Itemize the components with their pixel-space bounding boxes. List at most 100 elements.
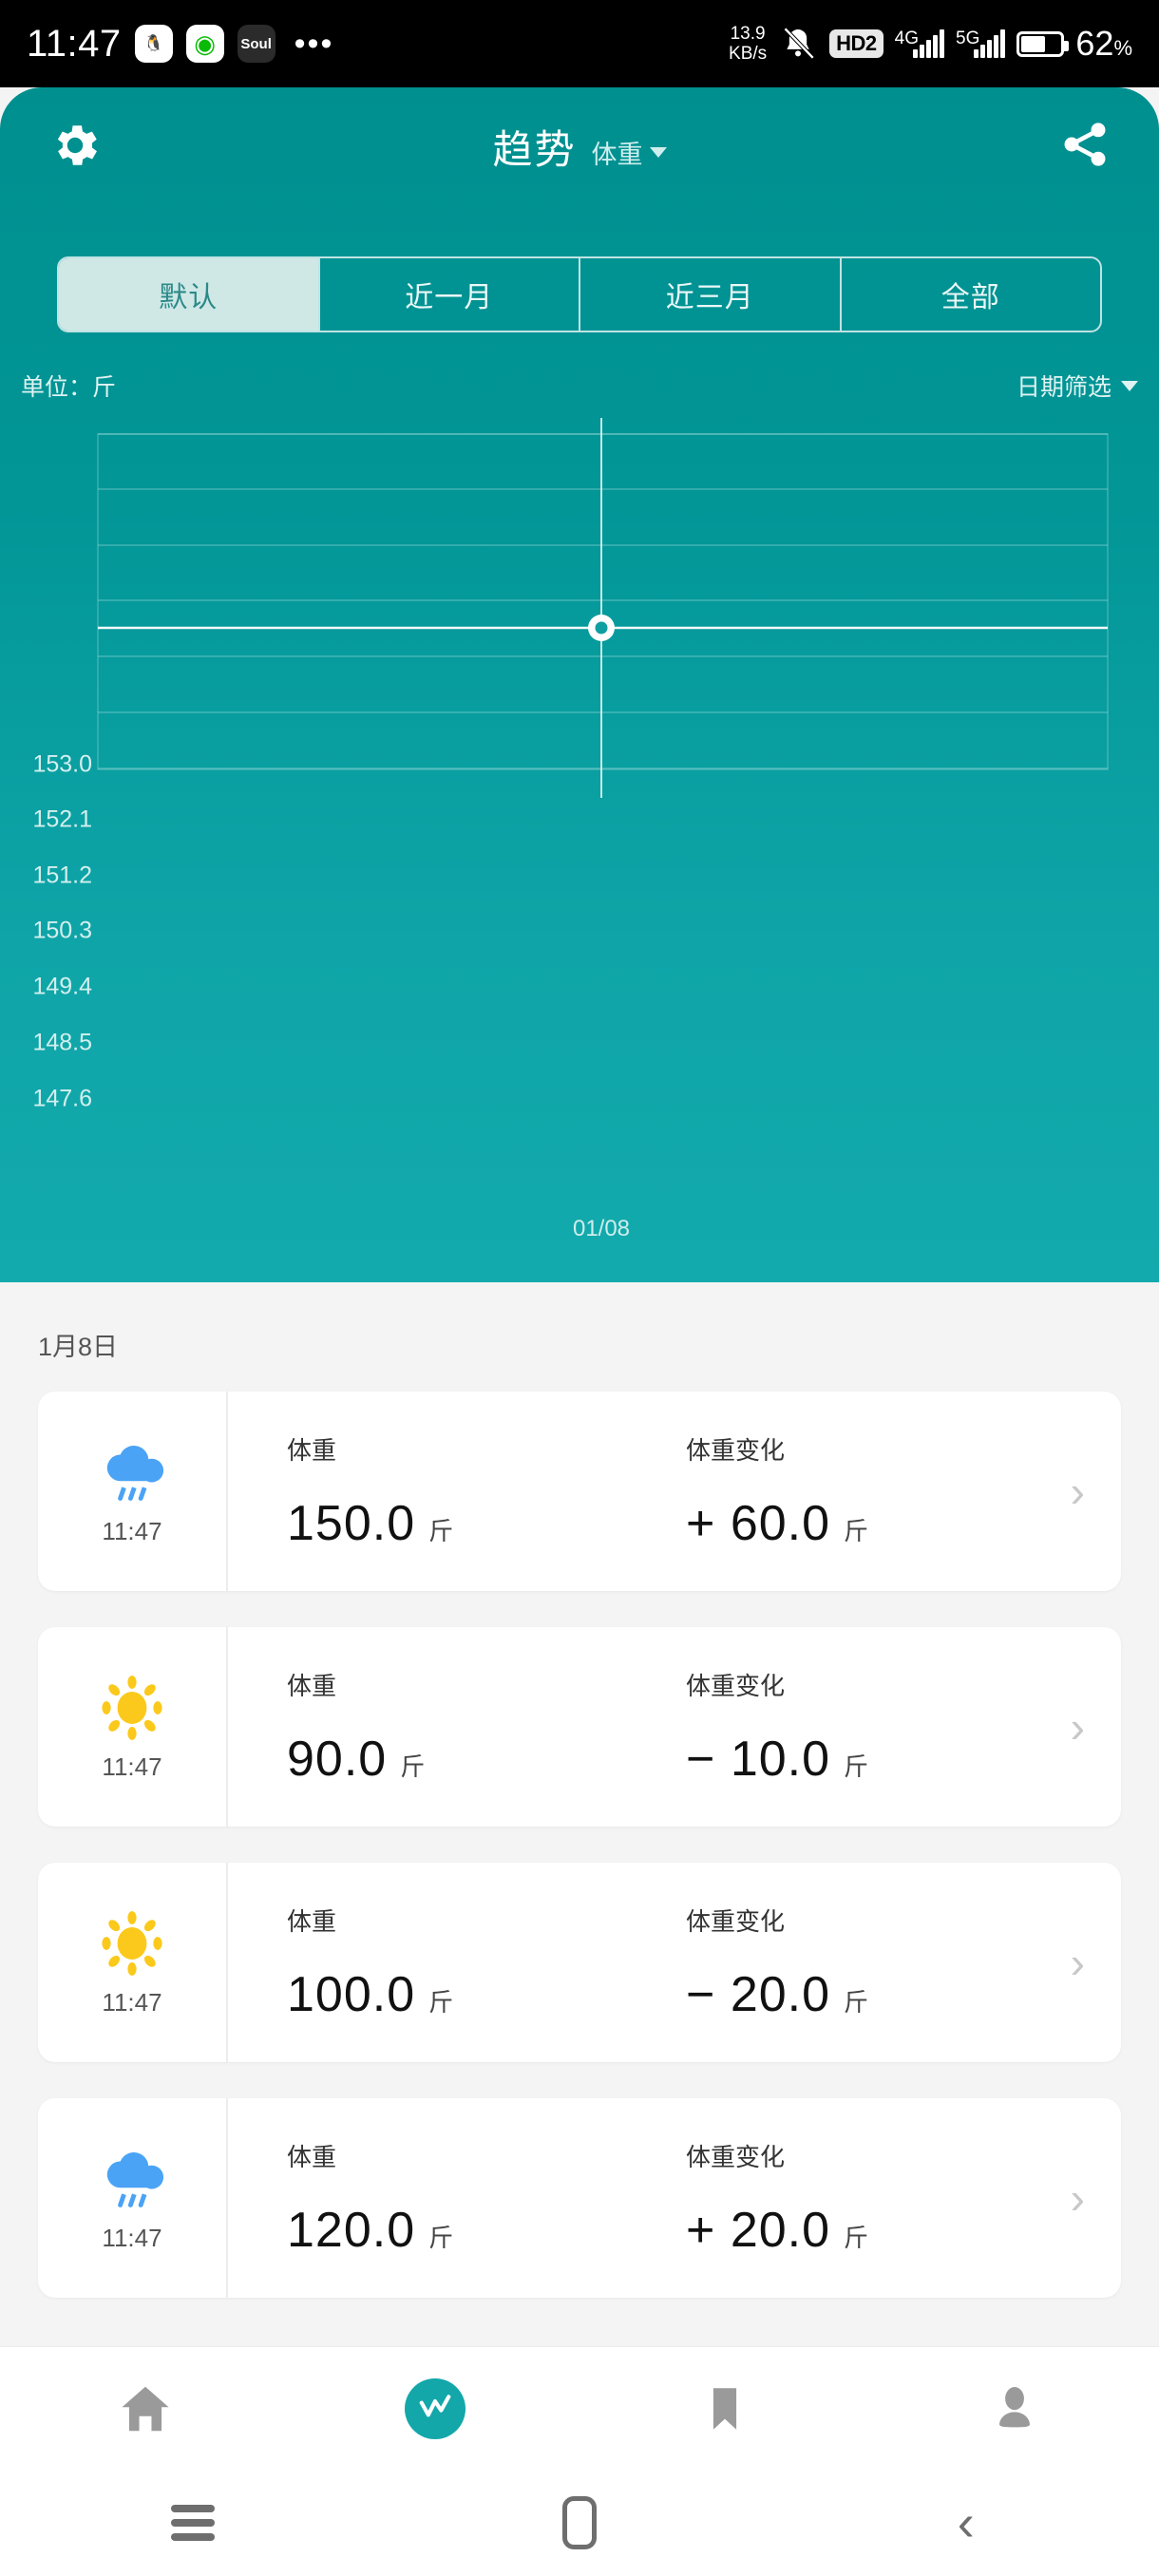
sim1-label: 4G <box>894 28 920 48</box>
weight-value-group: 150.0 斤 <box>287 1495 686 1552</box>
weight-unit: 斤 <box>428 1516 455 1545</box>
weight-change-column: 体重变化 + 20.0 斤 <box>686 2138 1085 2259</box>
network-speed: 13.9 KB/s <box>729 24 767 64</box>
list-date-heading: 1月8日 <box>38 1333 119 1361</box>
weight-column: 体重 90.0 斤 <box>287 1667 686 1788</box>
metric-selector-label: 体重 <box>591 141 643 169</box>
record-icon-column: 11:47 <box>38 1392 228 1591</box>
chevron-right-icon[interactable]: › <box>1071 1941 1085 1984</box>
weight-change-value: − 10.0 <box>686 1731 831 1787</box>
y-tick-1: 152.1 <box>32 805 92 833</box>
weight-change-column: 体重变化 + 60.0 斤 <box>686 1431 1085 1552</box>
network-speed-unit: KB/s <box>729 44 768 64</box>
recents-menu-icon <box>171 2498 216 2548</box>
wechat-icon: ◉ <box>185 25 224 63</box>
weight-unit: 斤 <box>428 1987 455 2017</box>
status-bar-left: 11:47 🐧 ◉ Soul ••• <box>27 23 333 66</box>
record-time: 11:47 <box>102 1516 162 1545</box>
range-tabs: 默认 近一月 近三月 全部 <box>57 256 1102 332</box>
android-home-button[interactable] <box>387 2496 773 2549</box>
record-icon-column: 11:47 <box>38 1627 228 1827</box>
chevron-down-icon <box>649 147 667 158</box>
record-values: 体重 100.0 斤 体重变化 − 20.0 斤 <box>228 1863 1121 2062</box>
weight-value: 120.0 <box>287 2202 416 2258</box>
tab-all[interactable]: 全部 <box>842 258 1101 331</box>
battery-percent-symbol: % <box>1113 36 1132 60</box>
rain-cloud-icon <box>106 1445 164 1501</box>
trend-line-icon <box>419 2394 450 2416</box>
tab-last-month[interactable]: 近一月 <box>320 258 580 331</box>
home-square-icon <box>562 2496 597 2549</box>
status-bar-right: 13.9 KB/s HD2 4G 5G 62% <box>729 24 1132 64</box>
date-filter-button[interactable]: 日期筛选 <box>1016 369 1138 403</box>
trend-chart[interactable]: 153.0 152.1 151.2 150.3 149.4 148.5 147.… <box>0 418 1159 1112</box>
list-item[interactable]: 11:47 体重 120.0 斤 体重变化 + 20.0 斤 › <box>38 2098 1121 2298</box>
date-filter-label: 日期筛选 <box>1016 374 1112 401</box>
weight-value-group: 100.0 斤 <box>287 1966 686 2023</box>
weight-change-value-group: − 10.0 斤 <box>686 1731 1085 1788</box>
weight-change-label: 体重变化 <box>686 1906 786 1936</box>
chart-canvas <box>97 418 1109 798</box>
weight-value-group: 120.0 斤 <box>287 2202 686 2259</box>
weight-unit: 斤 <box>428 2223 455 2252</box>
app-bar: 趋势 体重 <box>0 87 1159 201</box>
chevron-right-icon[interactable]: › <box>1071 1705 1085 1749</box>
weight-change-value-group: − 20.0 斤 <box>686 1966 1085 2023</box>
weight-column: 体重 120.0 斤 <box>287 2138 686 2259</box>
rain-cloud-icon <box>106 2151 164 2207</box>
weight-column: 体重 100.0 斤 <box>287 1903 686 2023</box>
unit-label: 单位：斤 <box>21 374 117 401</box>
sun-icon <box>102 1910 162 1976</box>
share-icon[interactable] <box>1058 118 1112 171</box>
nav-item-profile[interactable] <box>869 2381 1159 2436</box>
android-back-button[interactable]: ‹ <box>772 2497 1159 2548</box>
weight-change-label: 体重变化 <box>686 1671 786 1700</box>
tab-last-three-months[interactable]: 近三月 <box>580 258 842 331</box>
qq-icon: 🐧 <box>134 25 173 63</box>
record-time: 11:47 <box>102 1987 162 2017</box>
record-values: 体重 120.0 斤 体重变化 + 20.0 斤 <box>228 2098 1121 2298</box>
records-list: 1月8日 11:47 体重 150.0 斤 体重变化 + 60.0 斤 › 11… <box>0 1282 1159 2334</box>
weight-change-unit: 斤 <box>844 1752 870 1781</box>
weight-column: 体重 150.0 斤 <box>287 1431 686 1552</box>
battery-icon <box>1016 30 1070 57</box>
tab-default[interactable]: 默认 <box>59 258 320 331</box>
nav-item-bookmark[interactable] <box>580 2381 869 2436</box>
android-recents-button[interactable] <box>0 2498 387 2548</box>
weight-label: 体重 <box>287 1671 337 1700</box>
weight-label: 体重 <box>287 1435 337 1465</box>
weight-label: 体重 <box>287 2142 337 2171</box>
home-icon <box>121 2386 169 2431</box>
chevron-right-icon[interactable]: › <box>1071 2176 1085 2220</box>
weight-change-value-group: + 60.0 斤 <box>686 1495 1085 1552</box>
status-overflow-icon: ••• <box>294 25 334 62</box>
record-icon-column: 11:47 <box>38 2098 228 2298</box>
record-time: 11:47 <box>102 2223 162 2252</box>
app-bar-title-group: 趋势 体重 <box>0 118 1159 176</box>
nav-item-home[interactable] <box>0 2379 290 2438</box>
weight-value: 100.0 <box>287 1966 416 2022</box>
weight-change-label: 体重变化 <box>686 2142 786 2171</box>
nav-item-trend[interactable] <box>290 2377 580 2439</box>
profile-icon <box>998 2386 1030 2427</box>
android-navigation-bar: ‹ <box>0 2470 1159 2576</box>
trend-icon <box>404 2377 466 2439</box>
record-icon-column: 11:47 <box>38 1863 228 2062</box>
y-tick-6: 147.6 <box>32 1085 92 1112</box>
list-item[interactable]: 11:47 体重 150.0 斤 体重变化 + 60.0 斤 › <box>38 1392 1121 1591</box>
metric-selector[interactable]: 体重 <box>592 134 667 171</box>
weight-value-group: 90.0 斤 <box>287 1731 686 1788</box>
weight-change-value: − 20.0 <box>686 1966 831 2022</box>
record-values: 体重 90.0 斤 体重变化 − 10.0 斤 <box>228 1627 1121 1827</box>
weight-change-unit: 斤 <box>844 1516 870 1545</box>
list-item[interactable]: 11:47 体重 100.0 斤 体重变化 − 20.0 斤 › <box>38 1863 1121 2062</box>
chevron-right-icon[interactable]: › <box>1071 1469 1085 1513</box>
chart-meta-row: 单位：斤 日期筛选 <box>0 369 1159 403</box>
weight-label: 体重 <box>287 1906 337 1936</box>
y-tick-0: 153.0 <box>32 750 92 778</box>
record-values: 体重 150.0 斤 体重变化 + 60.0 斤 <box>228 1392 1121 1591</box>
network-speed-value: 13.9 <box>730 24 766 44</box>
weight-change-column: 体重变化 − 20.0 斤 <box>686 1903 1085 2023</box>
list-item[interactable]: 11:47 体重 90.0 斤 体重变化 − 10.0 斤 › <box>38 1627 1121 1827</box>
sim2-label: 5G <box>956 28 980 48</box>
